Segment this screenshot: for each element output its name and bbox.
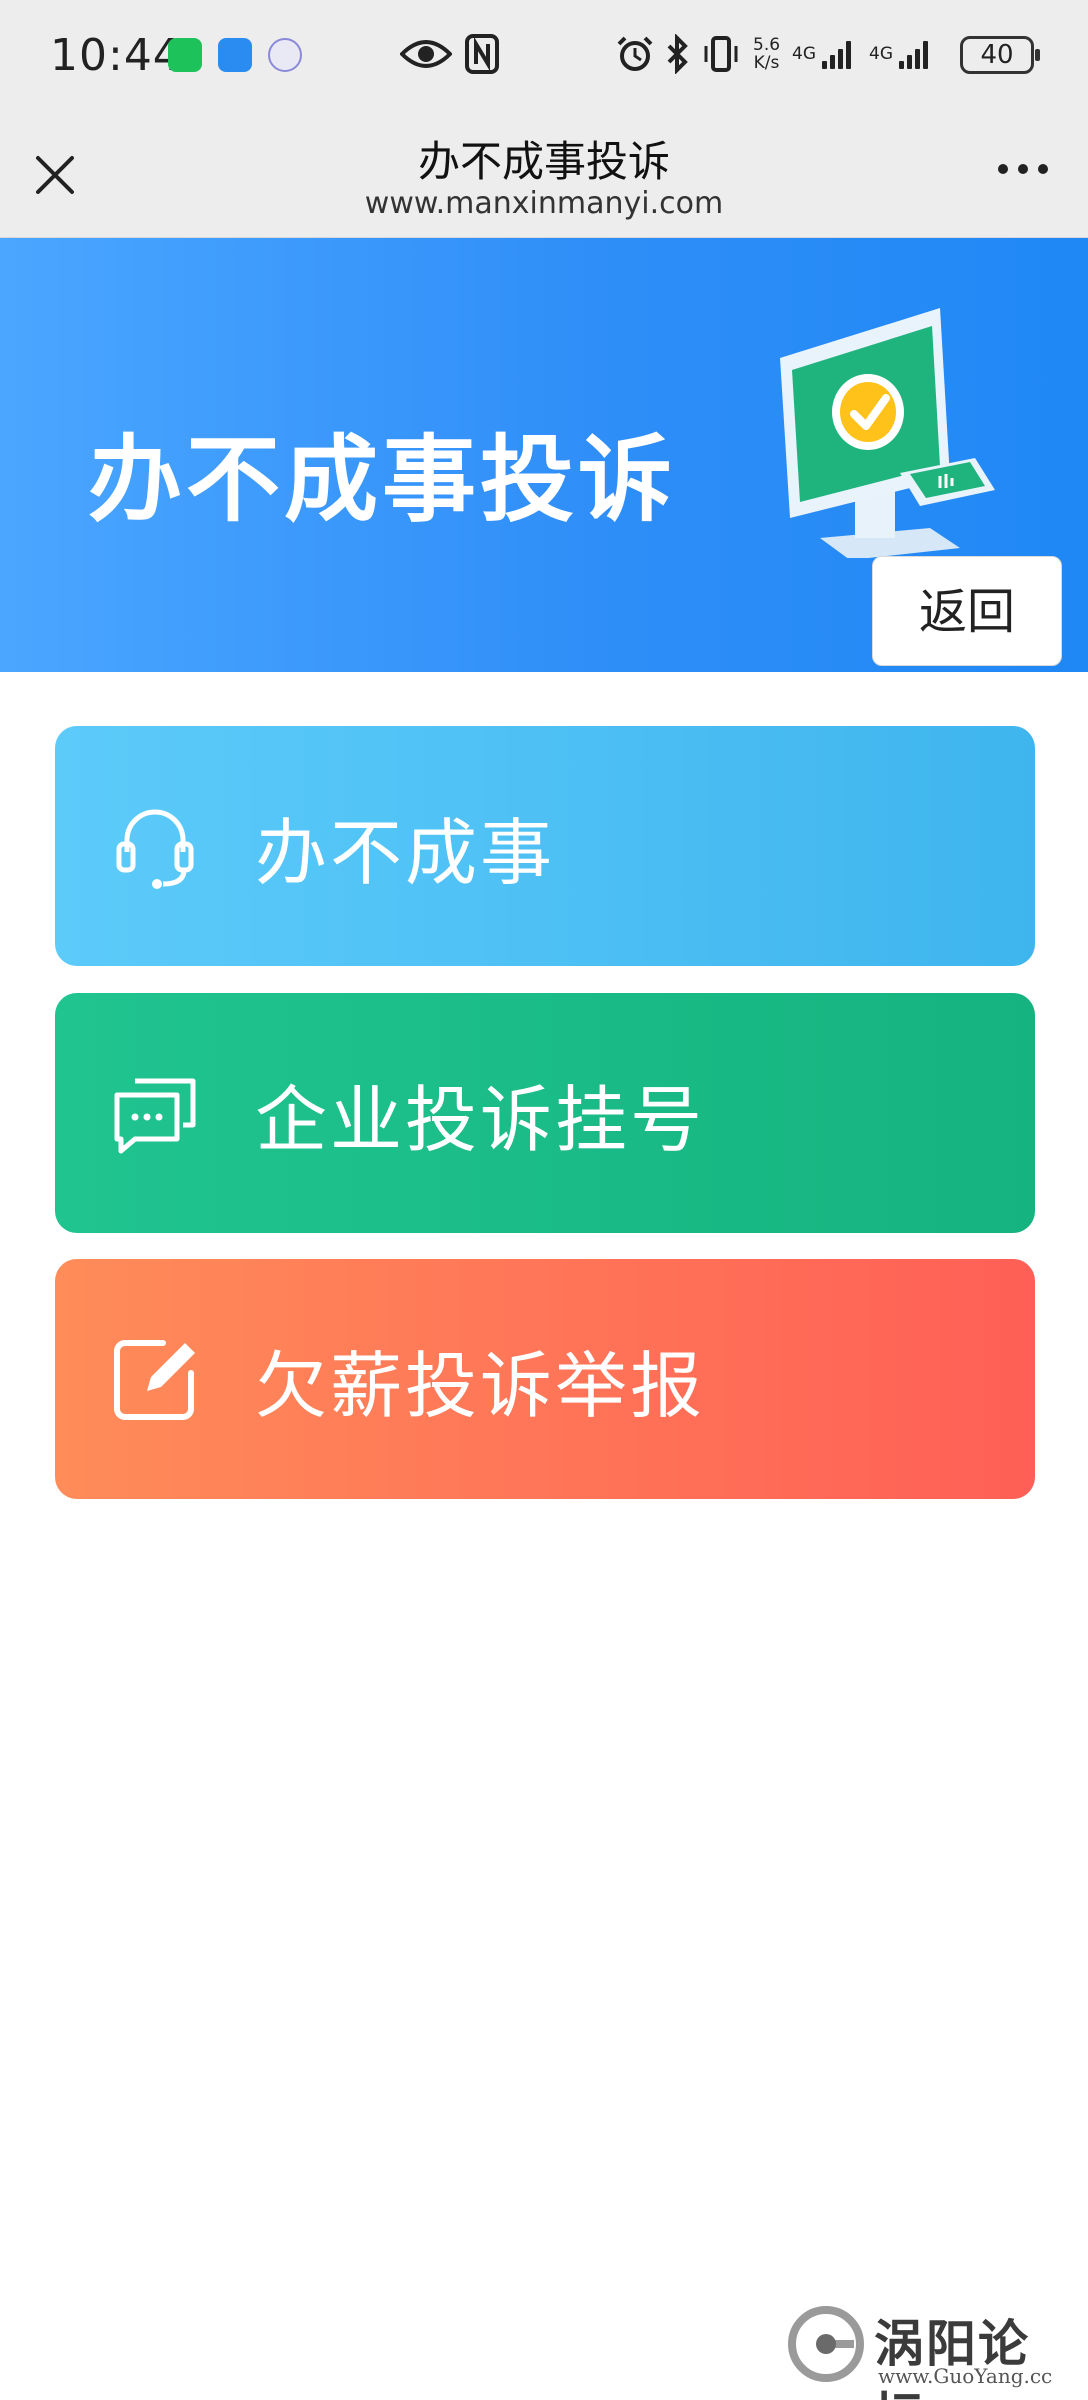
battery-icon: 40 <box>960 36 1040 74</box>
headset-icon <box>116 809 194 889</box>
network-type-2: 4G <box>869 44 894 64</box>
vibrate-icon <box>704 36 738 72</box>
banner: 办不成事投诉 返回 <box>0 238 1088 672</box>
alarm-icon <box>617 36 653 71</box>
music-icon <box>268 38 302 72</box>
more-button[interactable] <box>998 164 1048 174</box>
message-icon <box>218 38 252 72</box>
signal-icon <box>899 39 929 69</box>
bluetooth-icon <box>667 34 688 74</box>
nfc-icon <box>465 32 501 76</box>
network-type-1: 4G <box>792 44 817 64</box>
watermark-url: www.GuoYang.cc <box>878 2364 1053 2388</box>
status-icons: 5.6 K/s 4G 4G <box>615 32 940 76</box>
page-title: 办不成事投诉 <box>417 137 670 186</box>
page-url: www.manxinmanyi.com <box>364 186 724 221</box>
menu-item-enterprise-complaint[interactable]: 企业投诉挂号 <box>55 993 1035 1233</box>
monitor-check-illustration <box>780 308 995 558</box>
eye-icon <box>400 32 452 76</box>
watermark: 涡阳论坛 www.GuoYang.cc <box>788 2300 1078 2400</box>
menu-item-label: 欠薪投诉举报 <box>255 1343 706 1428</box>
edit-icon <box>114 1340 195 1420</box>
browser-title-bar: 办不成事投诉 www.manxinmanyi.com <box>0 110 1088 238</box>
signal-icon <box>822 39 852 69</box>
more-icon <box>998 164 1008 174</box>
chat-bubbles-icon <box>114 1078 196 1154</box>
menu-item-wage-arrears-report[interactable]: 欠薪投诉举报 <box>55 1259 1035 1499</box>
wechat-icon <box>168 38 202 72</box>
status-time: 10:44 <box>50 30 182 81</box>
status-bar: 10:44 5.6 K/s 4G 4G 40 <box>0 0 1088 110</box>
back-button[interactable]: 返回 <box>872 556 1062 666</box>
menu-item-bubuchengshi[interactable]: 办不成事 <box>55 726 1035 966</box>
forum-logo-icon <box>788 2306 864 2382</box>
menu-item-label: 企业投诉挂号 <box>255 1077 706 1162</box>
menu-item-label: 办不成事 <box>255 810 556 895</box>
net-speed: 5.6 K/s <box>753 35 781 73</box>
banner-title: 办不成事投诉 <box>88 426 677 535</box>
